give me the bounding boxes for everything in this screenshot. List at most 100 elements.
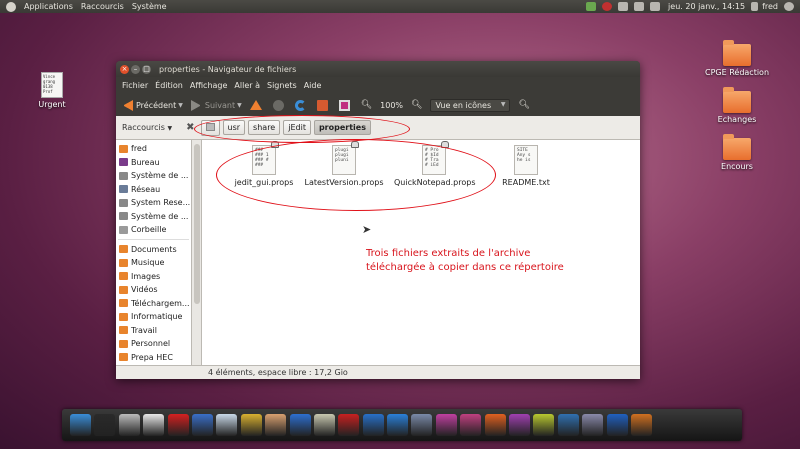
- dock-app-icon[interactable]: [387, 414, 409, 436]
- crumb-properties[interactable]: properties: [313, 120, 371, 135]
- chevron-down-icon[interactable]: ▼: [237, 102, 242, 109]
- dock-app-icon[interactable]: [240, 414, 262, 436]
- sidebar-item[interactable]: System Rese...: [116, 196, 191, 210]
- mail-icon[interactable]: [618, 2, 629, 11]
- menu-aller-a[interactable]: Aller à: [234, 81, 260, 90]
- dock-app-icon[interactable]: [509, 414, 531, 436]
- menu-edition[interactable]: Édition: [155, 81, 183, 90]
- desktop-icon-label: Echanges: [717, 115, 757, 124]
- system-menu[interactable]: Système: [132, 2, 167, 11]
- computer-button[interactable]: [338, 99, 353, 111]
- user-icon: [751, 2, 759, 11]
- file-name: QuickNotepad.props: [394, 178, 476, 187]
- dock-app-icon[interactable]: [606, 414, 628, 436]
- sidebar-item[interactable]: Prepa HEC: [116, 351, 191, 365]
- stop-icon: [272, 99, 284, 111]
- dock-app-icon[interactable]: [167, 414, 189, 436]
- sidebar-selector[interactable]: Raccourcis ▼: [122, 123, 172, 132]
- desktop-icon-echanges[interactable]: Echanges: [697, 87, 777, 124]
- file-quicknotepad[interactable]: # Pro # $Id # Tra # iEd QuickNotepad.pro…: [394, 141, 476, 187]
- file-jedit-gui[interactable]: ### ### 1 ### # ### jedit_gui.props: [224, 141, 304, 187]
- dock-app-icon[interactable]: [70, 414, 91, 436]
- reload-button[interactable]: [294, 99, 309, 111]
- up-button[interactable]: [249, 100, 265, 110]
- dock-app-icon[interactable]: [216, 414, 238, 436]
- sidebar-item[interactable]: Personnel: [116, 337, 191, 351]
- sidebar-item[interactable]: Travail: [116, 324, 191, 338]
- sidebar-item[interactable]: Musique: [116, 256, 191, 270]
- zoom-out-button[interactable]: 🔍︎: [361, 100, 372, 110]
- sidebar-item[interactable]: Système de ...: [116, 169, 191, 183]
- file-readme[interactable]: SITE Any s he is README.txt: [486, 145, 566, 187]
- dock-app-icon[interactable]: [460, 414, 482, 436]
- lock-icon: [441, 141, 449, 148]
- sidebar-item[interactable]: Informatique: [116, 310, 191, 324]
- dock-app-icon[interactable]: [582, 414, 604, 436]
- applications-menu[interactable]: Applications: [24, 2, 73, 11]
- window-titlebar[interactable]: × – □ properties - Navigateur de fichier…: [116, 61, 640, 77]
- file-latestversion[interactable]: plugi plugi pluni LatestVersion.props: [304, 141, 384, 187]
- dock-app-icon[interactable]: [191, 414, 213, 436]
- network-icon[interactable]: [586, 2, 597, 11]
- desktop-icon-urgent[interactable]: Vince grang 0138 Prof Urgent: [30, 72, 74, 109]
- menu-affichage[interactable]: Affichage: [190, 81, 228, 90]
- power-icon[interactable]: [784, 2, 794, 11]
- maximize-icon[interactable]: □: [142, 64, 151, 74]
- dock-app-icon[interactable]: [265, 414, 287, 436]
- dock-app-icon[interactable]: [289, 414, 311, 436]
- dock-app-icon[interactable]: [411, 414, 433, 436]
- volume-icon[interactable]: [650, 2, 661, 11]
- dock-app-icon[interactable]: [143, 414, 165, 436]
- dock-app-icon[interactable]: [118, 414, 140, 436]
- back-button[interactable]: Précédent ▼: [122, 99, 183, 111]
- close-sidebar-icon[interactable]: ✖: [186, 122, 194, 133]
- sidebar-item[interactable]: Bureau: [116, 156, 191, 170]
- dock-app-icon[interactable]: [557, 414, 579, 436]
- menu-fichier[interactable]: Fichier: [122, 81, 148, 90]
- dock-app-icon[interactable]: [362, 414, 384, 436]
- ubuntu-logo-icon[interactable]: [6, 1, 16, 12]
- home-button[interactable]: [316, 99, 331, 111]
- chat-icon[interactable]: [634, 2, 645, 11]
- view-mode-value: Vue en icônes: [435, 100, 492, 110]
- crumb-share[interactable]: share: [248, 120, 281, 135]
- crumb-root[interactable]: [200, 119, 220, 136]
- minimize-icon[interactable]: –: [131, 64, 140, 74]
- user-name[interactable]: fred: [762, 2, 778, 11]
- sidebar-item[interactable]: fred: [116, 142, 191, 156]
- sidebar-item[interactable]: Documents: [116, 243, 191, 257]
- dock-app-icon[interactable]: [484, 414, 506, 436]
- desktop-icon-cpge[interactable]: CPGE Rédaction: [697, 40, 777, 77]
- close-icon[interactable]: ×: [120, 64, 129, 74]
- dock-app-icon[interactable]: [338, 414, 360, 436]
- update-icon[interactable]: [602, 2, 613, 11]
- sidebar-item[interactable]: Réseau: [116, 183, 191, 197]
- crumb-jedit[interactable]: jEdit: [283, 120, 311, 135]
- places-menu[interactable]: Raccourcis: [81, 2, 124, 11]
- sidebar-item[interactable]: Téléchargem...: [116, 297, 191, 311]
- chevron-down-icon[interactable]: ▼: [178, 102, 183, 109]
- sidebar-item[interactable]: Corbeille: [116, 223, 191, 237]
- view-mode-select[interactable]: Vue en icônes ▼: [430, 98, 511, 112]
- forward-button[interactable]: Suivant ▼: [190, 99, 242, 111]
- scrollbar-thumb[interactable]: [194, 144, 200, 304]
- dock-app-icon[interactable]: [94, 414, 116, 436]
- sidebar-item[interactable]: Système de ...: [116, 210, 191, 224]
- dock-app-icon[interactable]: [435, 414, 457, 436]
- stop-button[interactable]: [272, 99, 287, 111]
- sidebar-item-label: Images: [131, 271, 161, 281]
- menu-signets[interactable]: Signets: [267, 81, 297, 90]
- crumb-usr[interactable]: usr: [222, 120, 246, 135]
- sidebar-item[interactable]: Vidéos: [116, 283, 191, 297]
- sidebar-item[interactable]: Images: [116, 270, 191, 284]
- dock-app-icon[interactable]: [313, 414, 335, 436]
- menu-aide[interactable]: Aide: [304, 81, 322, 90]
- desktop-icon-encours[interactable]: Encours: [697, 134, 777, 171]
- sidebar-scrollbar[interactable]: [192, 140, 202, 365]
- dock-app-icon[interactable]: [533, 414, 555, 436]
- clock[interactable]: jeu. 20 janv., 14:15: [668, 2, 745, 11]
- search-button[interactable]: 🔍︎: [518, 100, 529, 110]
- zoom-in-button[interactable]: 🔍︎: [411, 100, 422, 110]
- zoom-out-icon: 🔍︎: [360, 100, 373, 110]
- dock-app-icon[interactable]: [630, 414, 652, 436]
